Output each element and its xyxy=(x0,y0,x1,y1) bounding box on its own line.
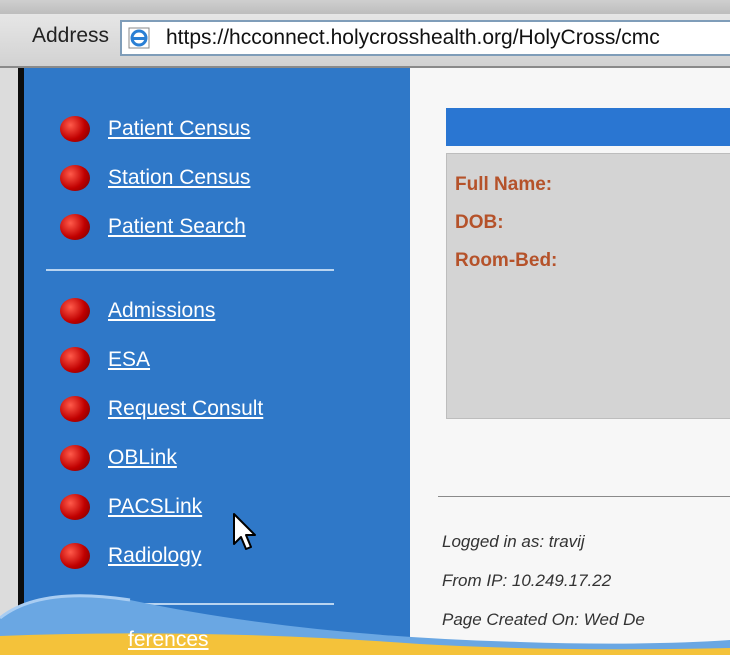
toolbar-strip xyxy=(0,0,730,14)
red-bullet-icon xyxy=(60,213,90,240)
nav-link-label[interactable]: Radiology xyxy=(108,544,201,568)
red-bullet-icon xyxy=(60,346,90,373)
patient-info-panel: Full Name: DOB: Room-Bed: xyxy=(446,153,730,419)
address-label: Address xyxy=(32,24,110,47)
browser-window: Address https://hcconnect.holycrosshealt… xyxy=(0,0,730,655)
red-bullet-icon xyxy=(60,493,90,520)
sidebar-item-esa[interactable]: ESA xyxy=(60,335,263,384)
dob-label: DOB: xyxy=(455,212,504,233)
address-field[interactable]: https://hcconnect.holycrosshealth.org/Ho… xyxy=(120,20,730,56)
red-bullet-icon xyxy=(60,164,90,191)
main-content: Full Name: DOB: Room-Bed: Logged in as: … xyxy=(410,68,730,655)
url-text[interactable]: https://hcconnect.holycrosshealth.org/Ho… xyxy=(166,26,660,50)
red-bullet-icon xyxy=(60,297,90,324)
sidebar-item-oblink[interactable]: OBLink xyxy=(60,433,263,482)
sidebar-divider xyxy=(46,269,334,271)
patient-panel-header xyxy=(446,108,730,146)
sidebar-item-patient-census[interactable]: Patient Census xyxy=(60,104,250,153)
sidebar-item-patient-search[interactable]: Patient Search xyxy=(60,202,250,251)
footer-divider xyxy=(438,496,730,497)
nav-link-label[interactable]: Patient Search xyxy=(108,215,246,239)
nav-link-label[interactable]: Admissions xyxy=(108,299,215,323)
sidebar-item-station-census[interactable]: Station Census xyxy=(60,153,250,202)
ie-page-icon xyxy=(128,27,150,49)
mouse-pointer-icon xyxy=(233,513,256,550)
nav-group-census: Patient Census Station Census Patient Se… xyxy=(60,104,250,251)
full-name-label: Full Name: xyxy=(455,174,553,195)
sidebar-item-request-consult[interactable]: Request Consult xyxy=(60,384,263,433)
decorative-swoosh xyxy=(0,594,730,655)
sidebar-nav: Patient Census Station Census Patient Se… xyxy=(18,68,410,655)
sidebar-item-partial-label[interactable]: ferences xyxy=(128,628,209,652)
sidebar-item-admissions[interactable]: Admissions xyxy=(60,286,263,335)
logged-in-text: Logged in as: travij xyxy=(442,532,585,551)
nav-link-label[interactable]: PACSLink xyxy=(108,495,202,519)
room-bed-label: Room-Bed: xyxy=(455,250,558,271)
nav-link-label[interactable]: OBLink xyxy=(108,446,177,470)
address-bar: Address https://hcconnect.holycrosshealt… xyxy=(0,14,730,68)
red-bullet-icon xyxy=(60,395,90,422)
red-bullet-icon xyxy=(60,542,90,569)
nav-link-label[interactable]: Patient Census xyxy=(108,117,250,141)
nav-link-label[interactable]: Station Census xyxy=(108,166,250,190)
red-bullet-icon xyxy=(60,115,90,142)
nav-link-label[interactable]: ESA xyxy=(108,348,150,372)
nav-link-label[interactable]: Request Consult xyxy=(108,397,263,421)
red-bullet-icon xyxy=(60,444,90,471)
